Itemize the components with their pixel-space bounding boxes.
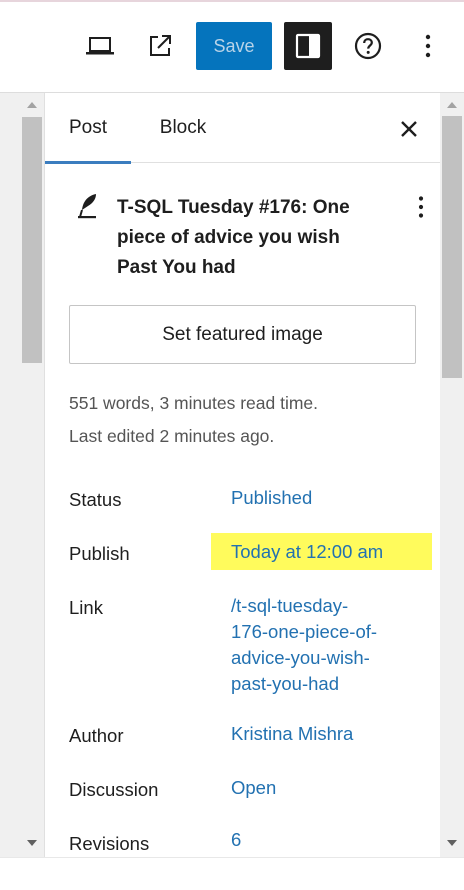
more-vertical-icon <box>418 196 424 218</box>
permalink-line: /t-sql-tuesday- <box>231 595 349 616</box>
last-edited-text: Last edited 2 minutes ago. <box>69 426 275 446</box>
publish-label: Publish <box>69 543 130 564</box>
word-count-text: 551 words, 3 minutes read time. <box>69 393 319 413</box>
discussion-value[interactable]: Open <box>231 775 276 801</box>
editor-canvas-edge <box>0 93 44 857</box>
save-button[interactable]: Save <box>196 22 272 70</box>
options-menu-button[interactable] <box>406 22 450 70</box>
author-label: Author <box>69 725 124 746</box>
link-label: Link <box>69 597 103 618</box>
laptop-icon <box>86 37 114 55</box>
publish-date-value[interactable]: Today at 12:00 am <box>231 539 383 565</box>
sidebar-panel-icon <box>295 33 321 59</box>
status-label: Status <box>69 489 122 510</box>
tab-block[interactable]: Block <box>143 93 223 163</box>
permalink-line: 176-one-piece-of- <box>231 621 378 642</box>
settings-toggle-button[interactable] <box>284 22 332 70</box>
sidebar-scrollbar[interactable] <box>440 93 464 857</box>
author-value[interactable]: Kristina Mishra <box>231 721 353 747</box>
view-post-button[interactable] <box>138 22 182 70</box>
discussion-label: Discussion <box>69 779 159 800</box>
scroll-up-arrow-icon[interactable] <box>27 102 37 108</box>
revisions-label: Revisions <box>69 833 150 854</box>
permalink-line: advice-you-wish- <box>231 647 370 668</box>
help-icon <box>354 32 382 60</box>
permalink-line: past-you-had <box>231 673 339 694</box>
post-actions-button[interactable] <box>405 193 437 221</box>
preview-button[interactable] <box>78 22 122 70</box>
sidebar-scrollbar-thumb[interactable] <box>442 116 462 378</box>
scroll-up-arrow-icon[interactable] <box>447 102 457 108</box>
close-sidebar-button[interactable] <box>389 109 429 149</box>
post-title: T-SQL Tuesday #176: One piece of advice … <box>117 197 350 278</box>
close-icon <box>401 121 417 137</box>
window-bottom-edge <box>0 857 464 890</box>
scroll-down-arrow-icon[interactable] <box>27 840 37 846</box>
editor-scrollbar-thumb[interactable] <box>22 117 42 363</box>
set-featured-image-button[interactable]: Set featured image <box>69 305 416 364</box>
feather-icon <box>78 194 96 219</box>
tab-post[interactable]: Post <box>45 93 131 164</box>
settings-sidebar: Post Block T-SQL Tuesday #176: One piece… <box>44 93 440 857</box>
help-button[interactable] <box>346 22 390 70</box>
permalink-value[interactable]: /t-sql-tuesday- 176-one-piece-of- advice… <box>231 593 377 697</box>
revisions-value[interactable]: 6 <box>231 827 241 853</box>
sidebar-tabs: Post Block <box>45 93 440 164</box>
more-vertical-icon <box>425 34 431 58</box>
status-value[interactable]: Published <box>231 485 312 511</box>
external-link-icon <box>150 35 171 56</box>
editor-toolbar: Save <box>0 2 464 92</box>
scroll-down-arrow-icon[interactable] <box>447 840 457 846</box>
